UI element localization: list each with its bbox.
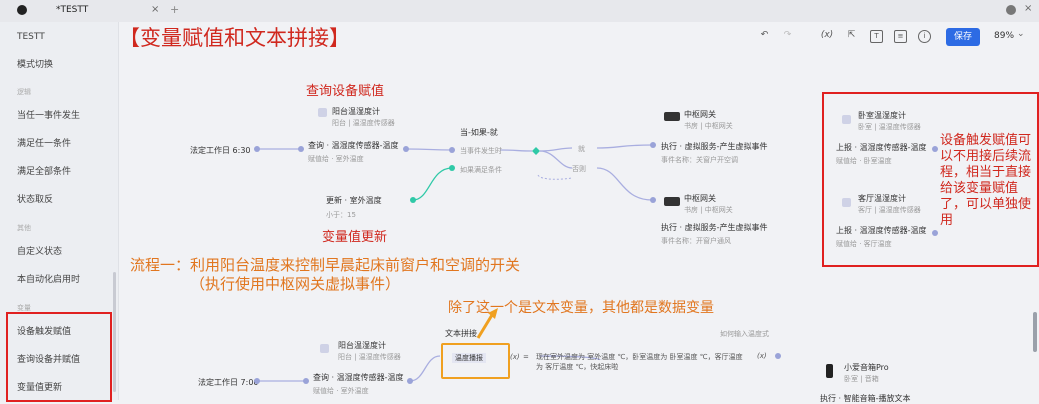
speaker-action[interactable]: 执行 · 智能音箱-播放文本 — [820, 393, 911, 404]
text-var-chip[interactable]: 温度播报 — [452, 353, 486, 363]
flow1-query-device-sub: 阳台 | 温湿度传感器 — [332, 119, 395, 127]
flow2-query-out-port[interactable] — [407, 378, 413, 384]
trigger-dev1-port[interactable] — [932, 146, 938, 152]
trigger-dev1-sub: 卧室 | 温湿度传感器 — [858, 123, 921, 131]
speaker-sub: 卧室 | 音箱 — [844, 375, 879, 383]
flow2-query-action[interactable]: 查询 · 温湿度传感器-温度 — [313, 372, 404, 383]
branch-yes: 就 — [578, 145, 585, 153]
hub1-event: 事件名称：关窗户开空调 — [661, 156, 738, 164]
thermometer-icon — [842, 198, 851, 207]
flow2-query-result: 赋值给 · 室外温度 — [313, 387, 369, 395]
flow-annotation-line2: （执行使用中枢网关虚拟事件） — [190, 275, 401, 293]
cond-when-port[interactable] — [449, 147, 455, 153]
trigger-dev1-name: 卧室温湿度计 — [858, 111, 906, 120]
branch-no: 否则 — [572, 165, 586, 173]
flow2-trigger-time[interactable]: 法定工作日 7:00 — [198, 377, 259, 388]
trigger-dev2-name: 客厅温湿度计 — [858, 194, 906, 203]
flow1-query-result: 赋值给 · 室外温度 — [308, 155, 364, 163]
hub2-name: 中枢网关 — [684, 194, 716, 203]
hub-gateway-icon — [664, 197, 680, 206]
text-var-annotation: 除了这一个是文本变量，其他都是数据变量 — [448, 300, 714, 316]
flow1-query-device-name: 阳台温湿度计 — [332, 107, 380, 116]
hub1-in-port[interactable] — [650, 142, 656, 148]
fx-icon[interactable]: (x) — [757, 352, 767, 360]
flow1-trigger-time[interactable]: 法定工作日 6:30 — [190, 145, 251, 156]
trigger-dev1-action[interactable]: 上报 · 温湿度传感器-温度 — [836, 142, 927, 153]
trigger-dev1-result: 赋值给 · 卧室温度 — [836, 157, 892, 165]
flow1-query-out-port[interactable] — [403, 146, 409, 152]
cond-title: 当-如果-就 — [460, 128, 498, 137]
main-title-annotation: 【变量赋值和文本拼接】 — [119, 26, 350, 50]
flow1-query-action[interactable]: 查询 · 温湿度传感器-温度 — [308, 140, 399, 151]
cond-if-port[interactable] — [449, 165, 455, 171]
trigger-dev2-action[interactable]: 上报 · 温湿度传感器-温度 — [836, 225, 927, 236]
insert-hint[interactable]: 如何输入温度式 — [720, 329, 769, 339]
thermometer-icon — [318, 108, 327, 117]
trigger-dev2-port[interactable] — [932, 230, 938, 236]
device-trigger-annotation: 设备触发赋值可以不用接后续流程，相当于直接给该变量赋值了，可以单独使用 — [940, 133, 1032, 228]
flow1-query-in-port[interactable] — [298, 146, 304, 152]
hub1-action[interactable]: 执行 · 虚拟服务-产生虚拟事件 — [661, 141, 768, 152]
fx-icon[interactable]: (x) — [510, 353, 520, 361]
thermometer-icon — [842, 115, 851, 124]
query-assign-annotation: 查询设备赋值 — [306, 84, 385, 99]
speaker-name: 小爱音箱Pro — [844, 363, 889, 372]
flow1-trigger-port[interactable] — [254, 146, 260, 152]
var-update-annotation: 变量值更新 — [322, 230, 388, 245]
text-concat-title: 文本拼接 — [445, 329, 477, 338]
concat-out-port[interactable] — [775, 353, 781, 359]
trigger-dev2-sub: 客厅 | 温湿度传感器 — [858, 206, 921, 214]
hub2-event: 事件名称：开窗户通风 — [661, 237, 731, 245]
hub2-sub: 书房 | 中枢网关 — [684, 206, 733, 214]
equals-sign: = — [523, 353, 529, 361]
flow2-trigger-port[interactable] — [254, 378, 260, 384]
thermometer-icon — [320, 344, 329, 353]
flow1-update-action[interactable]: 更新 · 室外温度 — [326, 195, 382, 206]
flow2-query-in-port[interactable] — [303, 378, 309, 384]
flow1-update-port[interactable] — [410, 197, 416, 203]
cond-when[interactable]: 当事件发生时 — [460, 146, 502, 156]
speaker-icon — [826, 364, 833, 378]
hub-gateway-icon — [664, 112, 680, 121]
trigger-dev2-result: 赋值给 · 客厅温度 — [836, 240, 892, 248]
flow1-update-sub: 小于：15 — [326, 211, 356, 219]
cond-if[interactable]: 如果满足条件 — [460, 165, 502, 175]
concat-text[interactable]: 现在室外温度为 室外温度 ℃，卧室温度为 卧室温度 ℃，客厅温度为 客厅温度 ℃… — [536, 352, 746, 372]
hub2-action[interactable]: 执行 · 虚拟服务-产生虚拟事件 — [661, 222, 768, 233]
hub2-in-port[interactable] — [650, 197, 656, 203]
hub1-name: 中枢网关 — [684, 110, 716, 119]
flow2-query-device-name: 阳台温湿度计 — [338, 341, 386, 350]
hub1-sub: 书房 | 中枢网关 — [684, 122, 733, 130]
flow2-query-device-sub: 阳台 | 温湿度传感器 — [338, 353, 401, 361]
flow-annotation-line1: 流程一：利用阳台温度来控制早晨起床前窗户和空调的开关 — [130, 256, 521, 274]
